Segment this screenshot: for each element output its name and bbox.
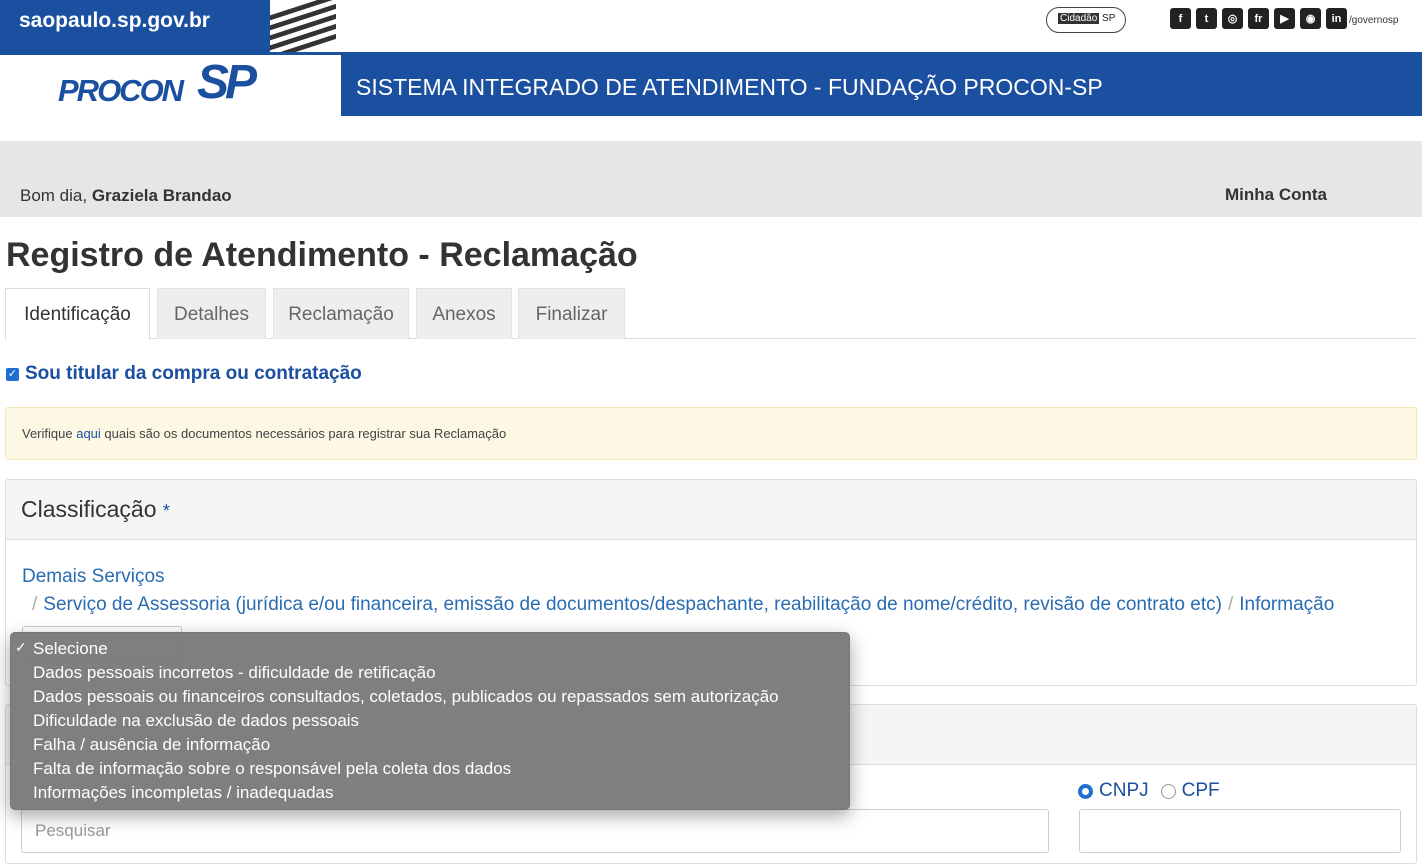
sp-flag-icon: [270, 0, 336, 52]
page-title: Registro de Atendimento - Reclamação: [6, 236, 638, 274]
cpf-label[interactable]: CPF: [1182, 780, 1220, 802]
dropdown-option-label: Dados pessoais incorretos - dificuldade …: [33, 663, 436, 682]
dropdown-option-label: Dados pessoais ou financeiros consultado…: [33, 687, 779, 706]
classification-header: Classificação *: [6, 480, 1416, 540]
dropdown-option[interactable]: ✓ Selecione: [11, 639, 849, 663]
dropdown-option[interactable]: Falta de informação sobre o responsável …: [11, 759, 849, 783]
flickr-icon[interactable]: fr: [1248, 8, 1269, 29]
system-title: SISTEMA INTEGRADO DE ATENDIMENTO - FUNDA…: [341, 55, 1422, 116]
check-icon: ✓: [15, 639, 27, 655]
dropdown-option[interactable]: Informações incompletas / inadequadas: [11, 783, 849, 807]
greeting-prefix: Bom dia,: [20, 186, 88, 205]
linkedin-icon[interactable]: in: [1326, 8, 1347, 29]
gov-brand-link[interactable]: saopaulo.sp.gov.br: [0, 0, 270, 52]
dropdown-option[interactable]: Dados pessoais ou financeiros consultado…: [11, 687, 849, 711]
periscope-icon[interactable]: ◉: [1300, 8, 1321, 29]
form-tabs: Identificação Detalhes Reclamação Anexos…: [5, 288, 1417, 340]
cpf-radio[interactable]: [1160, 783, 1176, 799]
tab-finalizar[interactable]: Finalizar: [518, 288, 625, 339]
tab-anexos[interactable]: Anexos: [416, 288, 512, 339]
classification-crumb-service[interactable]: Serviço de Assessoria (jurídica e/ou fin…: [43, 594, 1222, 615]
cidadao-sp-label: SP: [1102, 13, 1116, 24]
facebook-icon[interactable]: f: [1170, 8, 1191, 29]
alert-link[interactable]: aqui: [76, 426, 101, 441]
dropdown-option[interactable]: Dificuldade na exclusão de dados pessoai…: [11, 711, 849, 735]
tab-identificacao[interactable]: Identificação: [5, 288, 150, 340]
logo-text: PROCON: [58, 73, 184, 108]
classification-crumb-area[interactable]: Demais Serviços: [22, 566, 165, 588]
documents-alert: Verifique aqui quais são os documentos n…: [5, 407, 1417, 460]
greeting-text: Bom dia, Graziela Brandao: [20, 186, 232, 206]
procon-header: PROCON SP SISTEMA INTEGRADO DE ATENDIMEN…: [0, 52, 1422, 116]
breadcrumb-separator: /: [1227, 594, 1234, 615]
titular-checkbox[interactable]: ✓: [6, 367, 19, 381]
dropdown-option-label: Falta de informação sobre o responsável …: [33, 759, 512, 778]
cnpj-radio[interactable]: [1078, 783, 1093, 799]
tab-detalhes[interactable]: Detalhes: [157, 288, 266, 339]
breadcrumb-separator: /: [32, 594, 38, 615]
procon-logo[interactable]: PROCON SP: [58, 56, 258, 113]
alert-prefix: Verifique: [22, 426, 73, 441]
titular-label[interactable]: Sou titular da compra ou contratação: [25, 363, 362, 385]
cidadao-label: Cidadão: [1058, 13, 1100, 24]
greeting-bar: Bom dia, Graziela Brandao Minha Conta: [0, 141, 1422, 217]
alert-suffix: quais são os documentos necessários para…: [104, 426, 507, 441]
classification-crumb-topic[interactable]: Informação: [1239, 594, 1334, 615]
social-links: f t ◎ fr ▶ ◉ in: [1170, 8, 1347, 29]
dropdown-option-label: Falha / ausência de informação: [33, 735, 271, 754]
document-type-radios: CNPJ CPF: [1078, 780, 1232, 802]
gov-handle: /governosp: [1349, 15, 1399, 26]
required-mark: *: [162, 501, 170, 521]
tab-reclamacao[interactable]: Reclamação: [273, 288, 409, 339]
dropdown-option-label: Selecione: [33, 639, 108, 658]
twitter-icon[interactable]: t: [1196, 8, 1217, 29]
supplier-search-input[interactable]: Pesquisar: [21, 809, 1049, 853]
classification-title: Classificação: [21, 496, 157, 522]
cidadao-sp-button[interactable]: Cidadão SP: [1046, 7, 1126, 33]
dropdown-option-label: Informações incompletas / inadequadas: [33, 783, 334, 802]
dropdown-option[interactable]: Dados pessoais incorretos - dificuldade …: [11, 663, 849, 687]
cnpj-label[interactable]: CNPJ: [1099, 780, 1149, 802]
logo-sp-text: SP: [197, 56, 257, 109]
instagram-icon[interactable]: ◎: [1222, 8, 1243, 29]
dropdown-option-label: Dificuldade na exclusão de dados pessoai…: [33, 711, 360, 730]
document-number-input[interactable]: [1079, 809, 1401, 853]
youtube-icon[interactable]: ▶: [1274, 8, 1295, 29]
titular-checkbox-row[interactable]: ✓ Sou titular da compra ou contratação: [6, 363, 362, 385]
my-account-link[interactable]: Minha Conta: [1225, 185, 1327, 205]
dropdown-option[interactable]: Falha / ausência de informação: [11, 735, 849, 759]
gov-top-bar: saopaulo.sp.gov.br Cidadão SP f t ◎ fr ▶ ◉ in …: [0, 0, 1422, 52]
classification-breadcrumb: / Serviço de Assessoria (jurídica e/ou fi…: [26, 594, 1334, 616]
problem-dropdown-menu: ✓ Selecione Dados pessoais incorretos - di…: [10, 632, 850, 810]
user-name: Graziela Brandao: [91, 186, 232, 205]
